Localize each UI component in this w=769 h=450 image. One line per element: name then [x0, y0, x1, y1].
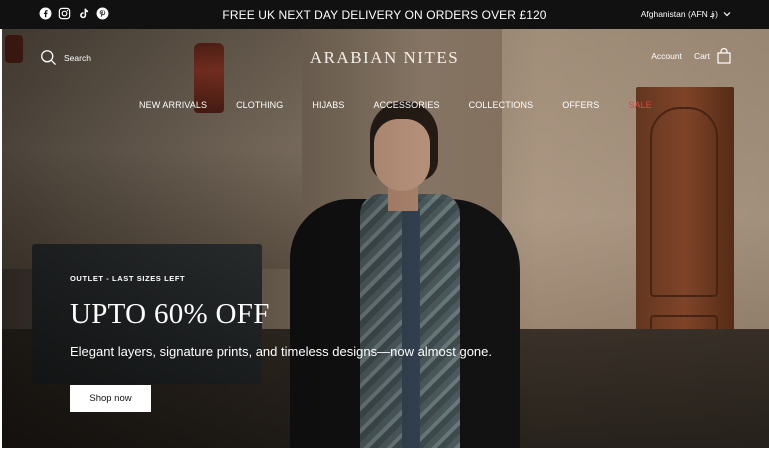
shop-now-button[interactable]: Shop now	[70, 385, 151, 412]
account-link[interactable]: Account	[651, 51, 682, 61]
hero-eyebrow: OUTLET - LAST SIZES LEFT	[70, 274, 186, 283]
shopping-bag-icon	[717, 48, 731, 64]
nav-item-clothing[interactable]: CLOTHING	[236, 100, 283, 110]
country-selector-label: Afghanistan (AFN ؋)	[640, 9, 718, 19]
nav-item-sale[interactable]: SALE	[628, 100, 651, 110]
country-selector[interactable]: Afghanistan (AFN ؋)	[641, 9, 731, 19]
cart-label: Cart	[693, 51, 710, 61]
hero-subtext: Elegant layers, signature prints, and ti…	[70, 344, 492, 359]
nav-item-collections[interactable]: COLLECTIONS	[469, 100, 534, 110]
nav-item-new-arrivals[interactable]: NEW ARRIVALS	[139, 100, 207, 110]
nav-item-hijabs[interactable]: HIJABS	[312, 100, 344, 110]
header-actions: Account Cart	[651, 48, 731, 64]
site-header: Search ARABIAN NITES Account Cart NEW AR…	[0, 29, 769, 129]
nav-item-offers[interactable]: OFFERS	[562, 100, 599, 110]
nav-item-accessories[interactable]: ACCESSORIES	[373, 100, 439, 110]
hero-headline: UPTO 60% OFF	[70, 298, 270, 330]
main-nav: NEW ARRIVALS CLOTHING HIJABS ACCESSORIES…	[139, 100, 652, 110]
hero-copy: OUTLET - LAST SIZES LEFT UPTO 60% OFF El…	[70, 274, 492, 359]
announcement-bar: FREE UK NEXT DAY DELIVERY ON ORDERS OVER…	[0, 0, 769, 29]
cart-link[interactable]: Cart	[694, 48, 731, 64]
chevron-down-icon	[723, 12, 731, 17]
